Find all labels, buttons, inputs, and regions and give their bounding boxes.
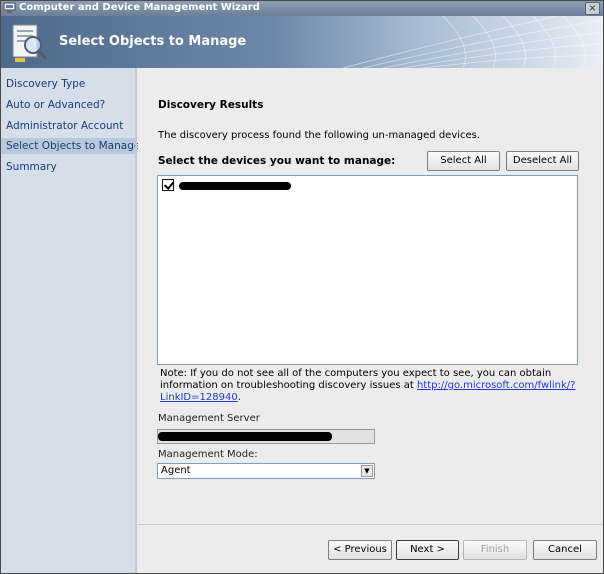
management-mode-label: Management Mode: xyxy=(158,449,258,460)
wizard-step-nav: Discovery Type Auto or Advanced? Adminis… xyxy=(1,68,140,573)
nav-item-select-objects[interactable]: Select Objects to Manage xyxy=(1,138,140,154)
management-server-label: Management Server xyxy=(158,413,260,424)
nav-item-auto-or-advanced[interactable]: Auto or Advanced? xyxy=(1,97,136,113)
cancel-button[interactable]: Cancel xyxy=(533,540,597,560)
note-end: . xyxy=(237,392,241,403)
nav-item-discovery-type[interactable]: Discovery Type xyxy=(1,76,136,92)
previous-button[interactable]: < Previous xyxy=(328,540,392,560)
nav-item-administrator-account[interactable]: Administrator Account xyxy=(1,118,136,134)
nav-item-summary[interactable]: Summary xyxy=(1,159,136,175)
select-devices-label: Select the devices you want to manage: xyxy=(158,155,396,167)
window-title: Computer and Device Management Wizard xyxy=(19,2,260,13)
wizard-footer: < Previous Next > Finish Cancel xyxy=(138,524,603,573)
content-pane: Discovery Results The discovery process … xyxy=(138,68,603,524)
redacted-server-name xyxy=(158,432,332,441)
intro-text: The discovery process found the followin… xyxy=(158,130,481,141)
wizard-magnifier-icon xyxy=(12,24,48,62)
wizard-window: Computer and Device Management Wizard × xyxy=(0,0,604,574)
troubleshooting-note: Note: If you do not see all of the compu… xyxy=(160,368,580,404)
finish-button[interactable]: Finish xyxy=(463,540,527,560)
title-bar[interactable]: Computer and Device Management Wizard × xyxy=(1,1,603,16)
deselect-all-button[interactable]: Deselect All xyxy=(506,151,579,171)
device-checkbox[interactable] xyxy=(162,179,174,191)
management-mode-select[interactable]: Agent ▼ xyxy=(157,463,375,479)
header-banner: Select Objects to Manage xyxy=(1,16,603,68)
redacted-device-name xyxy=(179,182,291,190)
chevron-down-icon[interactable]: ▼ xyxy=(361,465,373,477)
close-button[interactable]: × xyxy=(585,2,600,15)
nav-divider xyxy=(135,68,137,573)
section-heading: Discovery Results xyxy=(158,99,264,111)
management-mode-value: Agent xyxy=(161,465,191,476)
next-button[interactable]: Next > xyxy=(396,540,459,560)
device-list[interactable] xyxy=(157,175,578,365)
decorative-grid-graphic xyxy=(343,16,603,68)
list-item[interactable] xyxy=(162,179,462,193)
app-icon xyxy=(3,2,16,13)
page-title: Select Objects to Manage xyxy=(59,34,247,49)
management-server-field xyxy=(157,429,375,444)
select-all-button[interactable]: Select All xyxy=(427,151,500,171)
